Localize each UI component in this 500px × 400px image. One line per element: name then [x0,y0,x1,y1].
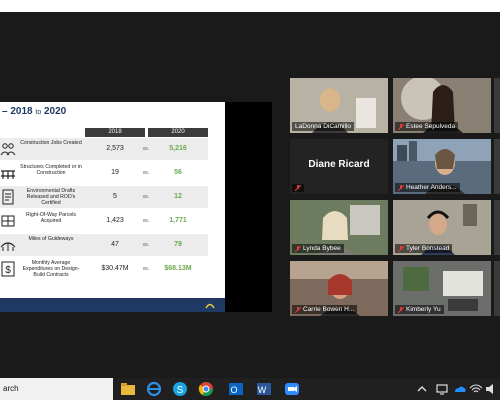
value-2020: 1,771 [169,217,187,224]
window-top-bar [0,0,500,12]
participant-name-label: LaDonna DiCamillo [292,122,354,131]
parcel-icon [1,215,15,227]
participant-name: Heather Anders... [406,184,457,191]
value-2020: 12 [174,193,182,200]
zoom-meeting-stage: – 2018 to 2020 2018 2020 Construction Jo… [0,12,500,378]
slide-title-end-year: 2020 [44,106,67,117]
svg-text:S: S [177,385,184,396]
participant-name-label [292,184,304,192]
participant-name: Tyler Bonstead [406,245,450,252]
participant-video-tile-partial[interactable] [494,261,500,316]
row-label: Construction Jobs Created [20,140,82,146]
document-icon [2,189,14,205]
participant-display-name: Diane Ricard [308,159,370,170]
value-2020: 5,216 [169,145,187,152]
table-row: Miles of Guideways 47 vs. 79 [0,234,208,256]
participant-name-label: Heather Anders... [395,183,460,192]
participant-video-tile[interactable]: Tyler Bonstead [393,200,491,255]
participant-name: LaDonna DiCamillo [295,123,351,130]
word-icon[interactable]: W [256,381,272,397]
participant-name-label: Tyler Bonstead [395,244,453,253]
microphone-muted-icon [295,185,301,191]
column-header-2020: 2020 [148,128,208,137]
row-label: Right-Of-Way Parcels Acquired [26,212,76,224]
shared-screen-slide: – 2018 to 2020 2018 2020 Construction Jo… [0,102,225,312]
row-label: Environmental Drafts Released and ROD's … [26,188,76,206]
show-hidden-icons-chevron-icon[interactable] [414,381,430,397]
row-label: Monthly Average Expenditures on Design-B… [22,260,80,278]
participant-video-tile[interactable]: LaDonna DiCamillo [290,78,388,133]
table-row: Environmental Drafts Released and ROD's … [0,186,208,208]
volume-icon[interactable] [484,381,500,397]
participant-video-tile[interactable]: Carrie Bowen H... [290,261,388,316]
bridge-icon [1,170,15,179]
table-row: $ Monthly Average Expenditures on Design… [0,258,208,280]
svg-text:O: O [230,385,237,395]
microphone-muted-icon [398,245,404,252]
value-2020: $68.13M [164,265,192,272]
taskbar-search-box[interactable]: arch [0,378,113,400]
participant-video-tile[interactable]: Diane Ricard [290,139,388,194]
internet-explorer-icon[interactable] [146,381,162,397]
participant-name-label: Carrie Bowen H... [292,305,358,314]
participant-video-tile[interactable]: Kimberly Yu [393,261,491,316]
table-row: Right-Of-Way Parcels Acquired 1,423 vs. … [0,210,208,232]
slide-title-to: to [35,109,42,116]
slide-footer-bar [0,298,225,312]
network-icon[interactable] [434,381,450,397]
participant-name: Lynda Bybee [303,245,341,252]
slide-title-start-year: – 2018 [2,106,33,117]
microphone-muted-icon [398,184,404,191]
value-2020: 56 [174,169,182,176]
dollar-icon: $ [1,261,15,277]
onedrive-icon[interactable] [452,381,468,397]
participant-name-label: Estee Sepulveda [395,122,459,131]
workers-icon [0,143,16,156]
skype-icon[interactable]: S [172,381,188,397]
participant-video-tile[interactable]: Lynda Bybee [290,200,388,255]
participant-name: Estee Sepulveda [406,123,456,130]
table-row: Construction Jobs Created 2,573 vs. 5,21… [0,138,208,160]
guideway-icon [0,242,16,251]
participant-name: Carrie Bowen H... [303,306,355,313]
participant-video-tile[interactable]: Heather Anders... [393,139,491,194]
participant-video-tile-partial[interactable] [494,78,500,133]
svg-text:W: W [258,385,267,395]
table-row: Structures Completed or in Construction … [0,162,208,184]
slide-title: – 2018 to 2020 [2,106,66,117]
row-label: Miles of Guideways [28,236,74,242]
participant-name: Kimberly Yu [406,306,441,313]
row-label: Structures Completed or in Construction [20,164,82,176]
chrome-icon[interactable] [198,381,214,397]
windows-taskbar: arch S O W [0,378,500,400]
column-header-2018: 2018 [85,128,145,137]
microphone-muted-icon [295,245,301,252]
value-2020: 79 [174,241,182,248]
participant-name-label: Kimberly Yu [395,305,444,314]
participant-video-tile[interactable]: Estee Sepulveda [393,78,491,133]
microphone-muted-icon [295,306,301,313]
microphone-muted-icon [398,123,404,130]
microphone-muted-icon [398,306,404,313]
participant-video-tile-partial[interactable] [494,139,500,194]
wifi-icon[interactable] [468,381,484,397]
agency-logo-icon [205,303,215,309]
svg-text:$: $ [5,265,11,276]
outlook-icon[interactable]: O [228,381,244,397]
shared-screen-margin [225,102,272,312]
zoom-icon[interactable] [284,381,300,397]
participant-name-label: Lynda Bybee [292,244,344,253]
file-explorer-icon[interactable] [120,381,136,397]
participant-video-tile-partial[interactable] [494,200,500,255]
